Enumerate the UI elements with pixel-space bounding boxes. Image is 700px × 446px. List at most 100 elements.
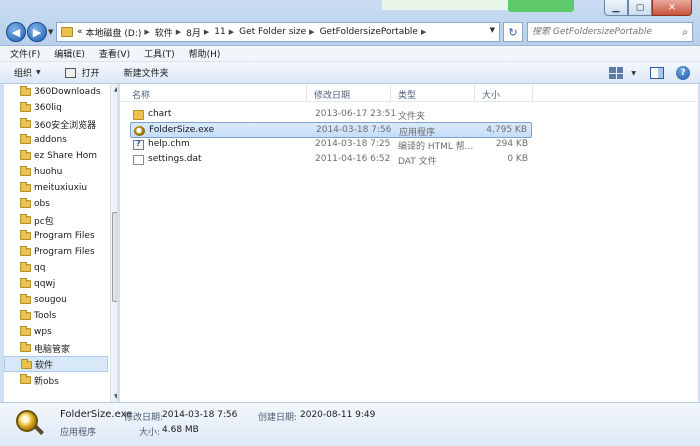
window-controls: ▁ ▢ ✕ <box>604 0 692 16</box>
search-icon[interactable]: ⌕ <box>682 27 688 38</box>
new-folder-button[interactable]: 新建文件夹 <box>124 66 169 79</box>
refresh-icon: ↻ <box>508 25 518 39</box>
breadcrumb-chevron-icon[interactable]: ▶ <box>144 28 149 36</box>
navigation-scrollbar[interactable]: ▲ ▼ <box>110 84 117 402</box>
file-date-modified: 2014-03-18 7:56 <box>316 125 392 135</box>
scrollbar-thumb[interactable] <box>112 212 117 302</box>
recent-pages-dropdown[interactable]: ▼ <box>48 28 53 36</box>
background-window-button <box>508 0 574 12</box>
nav-folder-item[interactable]: ez Share Hom <box>4 148 108 164</box>
file-row[interactable]: settings.dat 2011-04-16 6:52 DAT 文件 0 KB <box>130 152 532 168</box>
preview-pane-icon[interactable] <box>650 67 664 79</box>
nav-folder-item[interactable]: 360安全浏览器 <box>4 116 108 132</box>
file-list: 名称 修改日期 类型 大小 chart 2013-06-17 23:51 文件夹 Fo… <box>120 84 698 402</box>
nav-folder-label: pc包 <box>34 216 54 227</box>
breadcrumb-chevron-icon[interactable]: ▶ <box>421 28 426 36</box>
breadcrumb-item[interactable]: GetFoldersizePortable <box>320 27 418 37</box>
folder-icon <box>20 102 31 112</box>
breadcrumb-chevron-icon[interactable]: ▶ <box>204 28 209 36</box>
search-input[interactable] <box>532 27 672 37</box>
breadcrumb-chevron-icon[interactable]: ▶ <box>309 28 314 36</box>
details-pane: FolderSize.exe 应用程序 修改日期: 2014-03-18 7:5… <box>0 402 700 446</box>
minimize-button[interactable]: ▁ <box>604 0 628 16</box>
scroll-up-icon[interactable]: ▲ <box>114 86 117 93</box>
details-size-label: 大小: <box>139 428 161 438</box>
nav-folder-item[interactable]: qq <box>4 260 108 276</box>
column-name[interactable]: 名称 <box>132 88 150 101</box>
breadcrumb-item[interactable]: 本地磁盘 (D:) <box>86 26 142 39</box>
search-box[interactable]: ⌕ <box>527 22 693 42</box>
address-bar[interactable]: « 本地磁盘 (D:) ▶ 软件 ▶ 8月 ▶ 11 ▶ Get Folder … <box>56 22 500 42</box>
file-row[interactable]: chart 2013-06-17 23:51 文件夹 <box>130 107 532 123</box>
view-options-dropdown-icon[interactable]: ▼ <box>631 70 636 77</box>
breadcrumb-item[interactable]: 软件 <box>155 26 173 39</box>
change-view-icon[interactable] <box>609 67 624 79</box>
nav-folder-item[interactable]: obs <box>4 196 108 212</box>
nav-folder-label: qq <box>34 263 46 273</box>
breadcrumb-item[interactable]: 11 <box>214 27 225 37</box>
folder-icon <box>20 214 31 224</box>
folder-icon <box>20 118 31 128</box>
nav-folder-item[interactable]: 电脑管家 <box>4 340 108 356</box>
refresh-button[interactable]: ↻ <box>503 22 523 42</box>
file-date-modified: 2014-03-18 7:25 <box>315 139 391 149</box>
open-button[interactable]: 打开 <box>64 66 100 79</box>
nav-folder-item[interactable]: pc包 <box>4 212 108 228</box>
forward-button[interactable]: ▶ <box>27 22 47 42</box>
folder-icon <box>20 246 31 256</box>
nav-folder-item[interactable]: Program Files <box>4 244 108 260</box>
breadcrumb-chevron-icon[interactable]: ▶ <box>229 28 234 36</box>
column-date-modified[interactable]: 修改日期 <box>314 88 350 101</box>
navigation-pane: 360Downloads 360liq 360安全浏览器 addons ez Share… <box>4 84 118 402</box>
nav-folder-item[interactable]: 360Downloads <box>4 84 108 100</box>
folder-icon <box>20 166 31 176</box>
nav-folder-label: addons <box>34 135 67 145</box>
column-type[interactable]: 类型 <box>398 88 416 101</box>
menu-help[interactable]: 帮助(H) <box>189 47 221 60</box>
details-modified-label: 修改日期: <box>124 413 164 423</box>
menu-file[interactable]: 文件(F) <box>10 47 40 60</box>
file-date-modified: 2011-04-16 6:52 <box>315 154 391 164</box>
close-button[interactable]: ✕ <box>652 0 692 16</box>
nav-folder-label: meituxiuxiu <box>34 183 88 193</box>
folder-icon <box>20 278 31 288</box>
nav-folder-label: Program Files <box>34 231 95 241</box>
breadcrumb-chevron-icon[interactable]: ▶ <box>176 28 181 36</box>
nav-folder-item[interactable]: Program Files <box>4 228 108 244</box>
menu-bar: 文件(F) 编辑(E) 查看(V) 工具(T) 帮助(H) <box>0 46 700 62</box>
file-type: DAT 文件 <box>398 157 437 167</box>
nav-folder-item[interactable]: addons <box>4 132 108 148</box>
breadcrumb-overflow[interactable]: « <box>77 27 83 37</box>
breadcrumb-item[interactable]: Get Folder size <box>239 27 306 37</box>
nav-folder-item[interactable]: 软件 <box>4 356 108 372</box>
breadcrumb-item[interactable]: 8月 <box>186 26 201 39</box>
nav-folder-item[interactable]: sougou <box>4 292 108 308</box>
file-name: chart <box>148 109 172 119</box>
back-button[interactable]: ◀ <box>6 22 26 42</box>
nav-folder-item[interactable]: wps <box>4 324 108 340</box>
menu-tools[interactable]: 工具(T) <box>144 47 175 60</box>
organize-button[interactable]: 组织 ▼ <box>14 66 41 79</box>
help-icon[interactable]: ? <box>676 66 690 80</box>
details-created-label: 创建日期: <box>258 413 298 423</box>
nav-folder-item[interactable]: meituxiuxiu <box>4 180 108 196</box>
nav-folder-item[interactable]: qqwj <box>4 276 108 292</box>
nav-folder-item[interactable]: huohu <box>4 164 108 180</box>
file-row[interactable]: help.chm 2014-03-18 7:25 编译的 HTML 帮... 294 … <box>130 137 532 153</box>
file-size: 0 KB <box>507 154 528 164</box>
column-size[interactable]: 大小 <box>482 88 500 101</box>
maximize-button[interactable]: ▢ <box>628 0 652 16</box>
scroll-down-icon[interactable]: ▼ <box>114 393 117 400</box>
chm-icon <box>133 139 144 150</box>
folder-icon <box>133 110 144 120</box>
nav-folder-label: 360liq <box>34 103 62 113</box>
nav-folder-item[interactable]: 新obs <box>4 372 108 388</box>
file-row[interactable]: FolderSize.exe 2014-03-18 7:56 应用程序 4,795 K… <box>130 122 532 138</box>
menu-view[interactable]: 查看(V) <box>99 47 130 60</box>
folder-icon <box>20 86 31 96</box>
folder-icon <box>20 230 31 240</box>
nav-folder-item[interactable]: 360liq <box>4 100 108 116</box>
address-dropdown-icon[interactable]: ▼ <box>490 26 495 34</box>
nav-folder-item[interactable]: Tools <box>4 308 108 324</box>
menu-edit[interactable]: 编辑(E) <box>54 47 85 60</box>
